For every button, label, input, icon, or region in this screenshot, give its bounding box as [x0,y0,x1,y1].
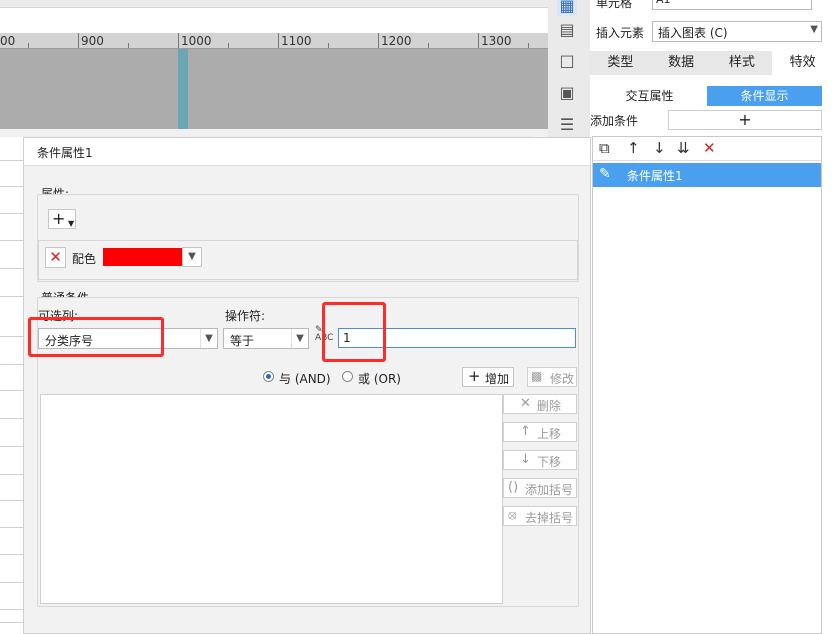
add-attribute-button[interactable]: + ▼ [48,209,76,229]
pencil-icon: ✎ [599,166,611,182]
ruler-label: 1100 [281,34,312,48]
add-attribute-plus: + [52,209,66,228]
or-radio[interactable] [342,371,353,382]
arrow-up-icon: ↑ [520,424,531,439]
remove-bracket-icon: ⦻ [508,508,517,523]
operator-value: 等于 [230,334,255,348]
insert-element-select[interactable]: 插入图表 (C) ▼ [652,21,822,42]
effect-subtabs: 交互属性 条件显示 [592,86,822,106]
attribute-name: 配色 [72,252,97,266]
attribute-group: + ▼ ✕ 配色 ▼ [37,194,579,282]
tab-data[interactable]: 数据 [651,51,712,75]
add-button-label: 增加 [485,372,510,386]
delete-button[interactable]: ✕ 删除 [503,394,577,414]
properties-panel: 单元格 A1 插入元素 插入图表 (C) ▼ 类型 数据 样式 特效 交互属性 … [590,0,833,634]
condition-attribute-dialog: 条件属性1 属性: +▼ ✕ 配色 ▼ 普通条件 可选列: 分类序号 ▼ 操作符… [23,137,591,634]
and-label: 与 (AND) [279,372,331,386]
table-icon[interactable]: ▤ [557,20,577,40]
dialog-title: 条件属性1 [37,146,93,160]
add-bracket-button[interactable]: () 添加括号 [503,478,577,498]
highlight-column-box [28,317,164,357]
frame-icon[interactable]: □ [557,51,577,71]
cell-label: 单元格 [596,0,633,10]
move-up-button[interactable]: ↑ 上移 [503,422,577,442]
grid-icon[interactable]: ▦ [557,0,577,16]
remove-bracket-button[interactable]: ⦻ 去掉括号 [503,506,577,526]
condition-list: ⧉ ↑ ↓ ⇊ ✕ ✎ 条件属性1 [592,136,822,634]
add-button[interactable]: + 增加 [462,367,514,387]
bracket-icon: () [508,480,519,495]
remove-attribute-icon[interactable]: ✕ [45,247,66,268]
property-tabs: 类型 数据 样式 特效 [590,51,833,75]
arrow-down-icon: ↓ [520,452,531,467]
plus-icon: + [468,367,481,385]
attribute-row: ✕ 配色 ▼ [38,240,578,280]
condition-toolbar: ⧉ ↑ ↓ ⇊ ✕ [593,137,821,161]
list-widget-icon[interactable]: ☰ [557,115,577,135]
arrow-up-icon[interactable]: ↑ [627,139,640,157]
sheet-top-strip [0,0,548,8]
design-canvas[interactable] [0,49,548,131]
subtab-interaction[interactable]: 交互属性 [592,86,707,106]
subtab-conditional-display[interactable]: 条件显示 [707,86,822,106]
close-icon: ✕ [520,396,531,411]
dialog-title-bar: 条件属性1 [24,138,590,166]
ruler-label: 1200 [381,34,412,48]
modify-button-label: 修改 [550,372,575,386]
move-bottom-icon[interactable]: ⇊ [677,139,690,157]
tab-effects[interactable]: 特效 [772,51,833,75]
highlight-value-box [322,302,386,362]
color-swatch[interactable] [103,248,183,266]
operator-label: 操作符: [225,309,266,323]
tab-type[interactable]: 类型 [590,51,651,75]
modify-button[interactable]: ▩ 修改 [527,367,577,387]
dropdown-widget-icon[interactable]: ▣ [557,83,577,103]
condition-expression-area[interactable] [40,394,503,604]
chevron-down-icon: ▼ [291,329,308,348]
column-marker [178,49,188,131]
ruler-label: 900 [81,34,104,48]
insert-element-value: 插入图表 (C) [658,26,728,40]
ruler-label: 00 [0,34,16,48]
and-radio[interactable] [263,371,274,382]
chevron-down-icon[interactable]: ▼ [182,247,202,267]
chevron-down-icon: ▼ [68,219,75,228]
insert-element-label: 插入元素 [596,26,645,40]
delete-icon[interactable]: ✕ [703,139,716,157]
condition-item[interactable]: ✎ 条件属性1 [593,163,821,187]
operator-select[interactable]: 等于 ▼ [223,328,309,349]
add-condition-button[interactable]: + [668,110,822,130]
ruler-label: 1300 [481,34,512,48]
or-label: 或 (OR) [358,372,401,386]
canvas-separator [0,129,548,137]
condition-item-label: 条件属性1 [627,169,683,183]
horizontal-ruler: 00 900 1000 1100 1200 1300 [0,33,548,49]
add-condition-label: 添加条件 [590,114,639,128]
move-down-button[interactable]: ↓ 下移 [503,450,577,470]
edit-icon: ▩ [531,369,543,383]
radio-dot [266,374,271,379]
arrow-down-icon[interactable]: ↓ [653,139,666,157]
chevron-down-icon: ▼ [200,329,217,348]
copy-icon[interactable]: ⧉ [599,139,610,157]
chevron-down-icon: ▼ [810,24,818,35]
ruler-label: 1000 [181,34,212,48]
cell-input[interactable]: A1 [652,0,812,10]
tab-style[interactable]: 样式 [712,51,773,75]
